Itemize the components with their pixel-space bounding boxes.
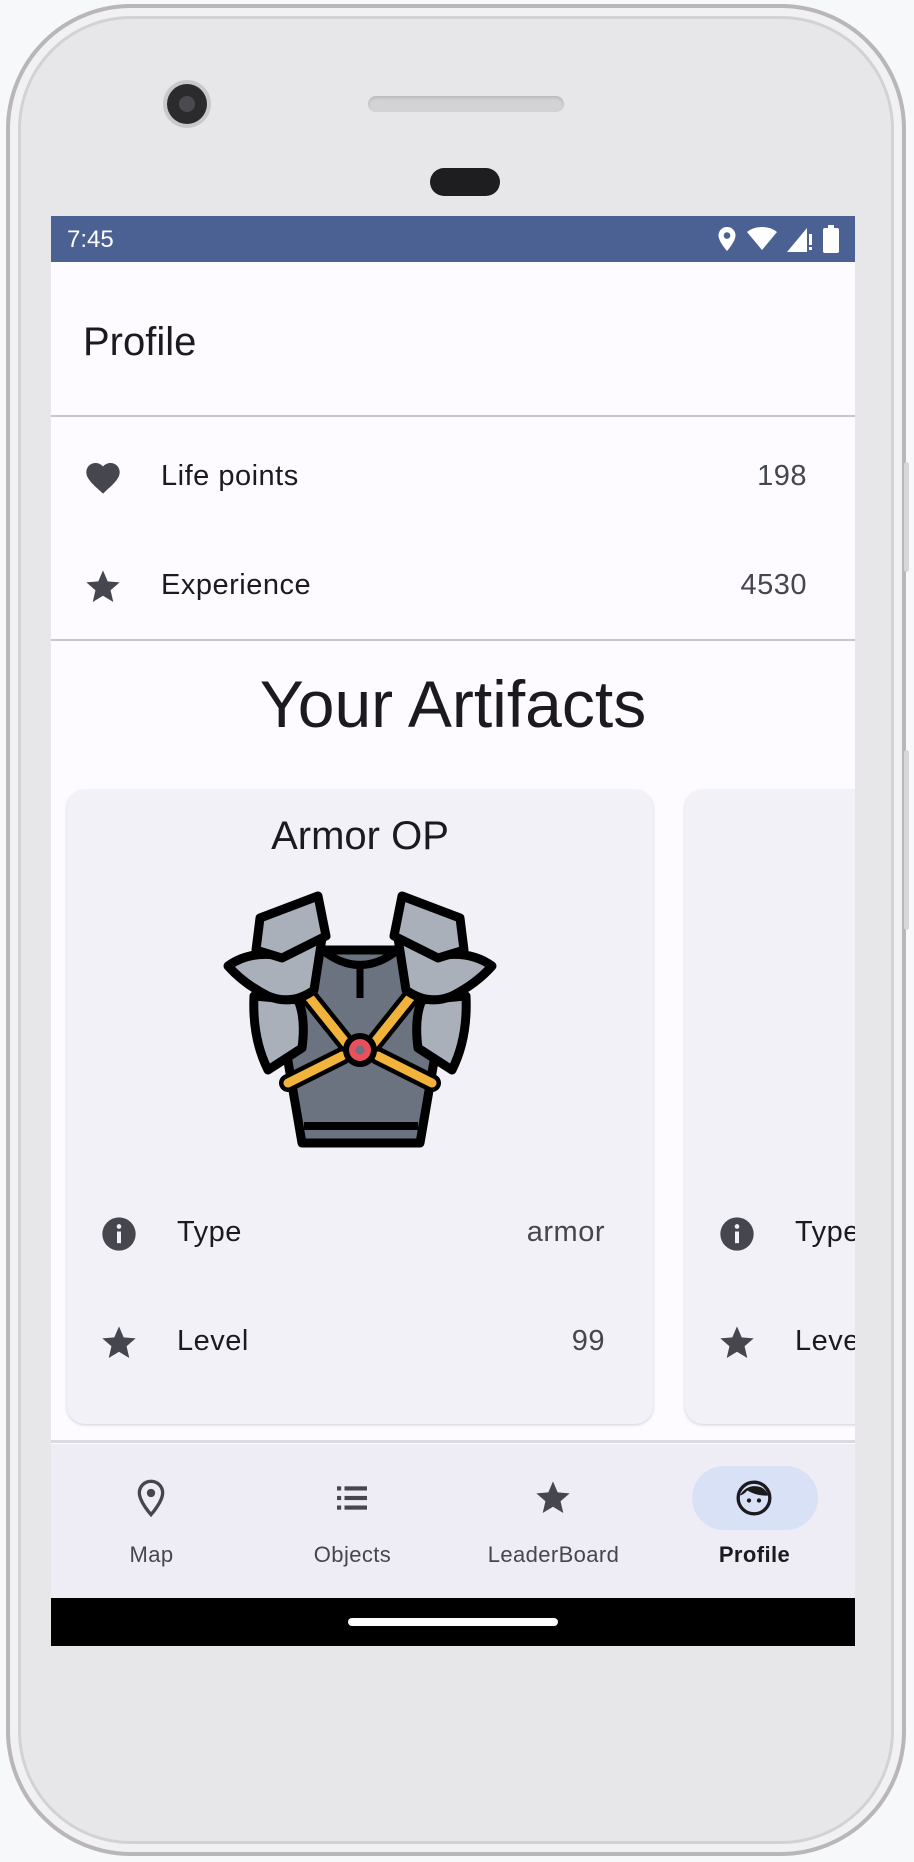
star-icon: [720, 1326, 754, 1358]
status-bar: 7:45: [51, 216, 855, 262]
artifacts-heading: Your Artifacts: [259, 667, 647, 741]
divider: [51, 415, 855, 417]
artifact-row-label: Level: [177, 1325, 249, 1357]
artifact-row-value: armor: [526, 1216, 605, 1248]
info-icon: [102, 1217, 136, 1251]
stat-value: 198: [757, 460, 807, 492]
earpiece-speaker: [368, 96, 564, 112]
nav-label: Profile: [718, 1542, 791, 1567]
location-icon: [718, 227, 736, 251]
front-camera: [167, 84, 207, 124]
list-icon: [337, 1486, 367, 1510]
stat-label: Life points: [161, 460, 299, 492]
stat-value: 4530: [740, 569, 807, 601]
face-icon: [736, 1480, 772, 1516]
artifact-row-label: Type: [795, 1216, 855, 1248]
artifact-type-row: Type armor: [67, 1184, 653, 1284]
star-icon: [536, 1481, 570, 1513]
wifi-icon: [747, 227, 777, 250]
star-icon: [102, 1326, 136, 1358]
status-time: 7:45: [67, 226, 114, 253]
divider: [51, 1440, 855, 1443]
armor-icon: [223, 891, 497, 1148]
proximity-sensor: [430, 168, 500, 196]
artifact-row-label: Level: [795, 1325, 855, 1357]
stat-label: Experience: [161, 569, 312, 601]
heart-icon: [86, 463, 120, 494]
battery-icon: [823, 225, 839, 253]
map-pin-icon: [137, 1479, 165, 1518]
artifact-level-row: Level: [685, 1293, 855, 1393]
page-title: Profile: [83, 320, 197, 364]
nav-item-map[interactable]: Map: [51, 1444, 252, 1598]
bottom-navigation: Map Objects LeaderBoard Profile: [51, 1444, 855, 1598]
artifact-name: Armor OP: [271, 814, 449, 858]
home-gesture-handle[interactable]: [348, 1618, 558, 1626]
nav-label: Objects: [313, 1542, 392, 1567]
nav-label: Map: [129, 1542, 174, 1567]
nav-item-leaderboard[interactable]: LeaderBoard: [453, 1444, 654, 1598]
artifact-row-label: Type: [177, 1216, 242, 1248]
artifact-card[interactable]: Armor OP Type armor Level 99: [67, 790, 653, 1424]
app-screen: 7:45 Profile Life points 198 Experience …: [51, 216, 855, 1646]
nav-item-objects[interactable]: Objects: [252, 1444, 453, 1598]
artifact-card[interactable]: Type Level: [685, 790, 855, 1424]
nav-item-profile[interactable]: Profile: [654, 1444, 855, 1598]
top-app-bar: Profile: [51, 262, 855, 415]
system-navigation-bar: [51, 1598, 855, 1646]
stat-row-experience: Experience 4530: [51, 533, 855, 641]
stat-row-life-points: Life points 198: [51, 424, 855, 532]
artifact-row-value: 99: [571, 1325, 605, 1357]
cell-signal-icon: [787, 228, 812, 252]
artifact-level-row: Level 99: [67, 1293, 653, 1393]
nav-label: LeaderBoard: [487, 1542, 620, 1567]
info-icon: [720, 1217, 754, 1251]
divider: [51, 639, 855, 641]
star-icon: [86, 570, 120, 602]
artifact-type-row: Type: [685, 1184, 855, 1284]
volume-button: [904, 750, 909, 930]
power-button: [904, 462, 909, 572]
